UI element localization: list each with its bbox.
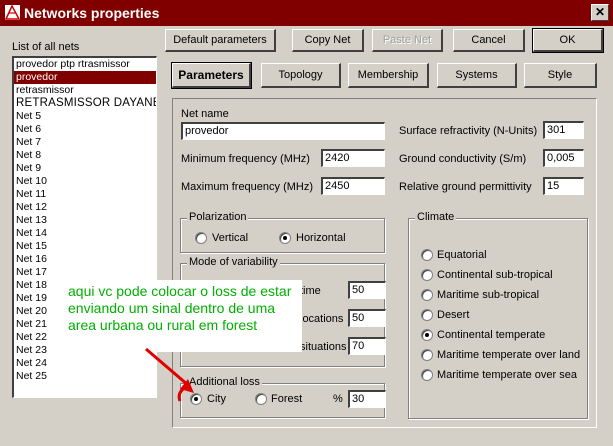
list-item[interactable]: Net 17 [14,266,156,279]
horizontal-label: Horizontal [296,232,346,244]
default-parameters-button[interactable]: Default parameters [165,29,276,52]
list-item[interactable]: retrasmissor [14,84,156,97]
surface-refractivity-label: Surface refractivity (N-Units) [399,125,538,137]
polarization-title: Polarization [187,211,249,223]
locations-label: locations [300,313,344,325]
list-item[interactable]: RETRASMISSOR DAYANE [14,97,156,110]
list-item[interactable]: Net 13 [14,214,156,227]
relative-permittivity-label: Relative ground permittivity [399,181,532,193]
max-frequency-input[interactable]: 2450 [321,177,385,195]
list-item[interactable]: Net 7 [14,136,156,149]
list-item[interactable]: Net 12 [14,201,156,214]
time-input[interactable]: 50 [348,281,386,299]
net-name-label: Net name [181,108,229,120]
surface-refractivity-input[interactable]: 301 [543,121,584,139]
list-item[interactable]: Net 14 [14,227,156,240]
tab-style[interactable]: Style [524,63,597,88]
variability-title: Mode of variability [187,256,280,268]
ok-button[interactable]: OK [532,28,604,53]
climate-radio[interactable] [421,249,433,261]
climate-option-label: Equatorial [437,249,487,261]
time-label: time [300,285,321,297]
list-item[interactable]: Net 25 [14,370,156,383]
locations-input[interactable]: 50 [348,309,386,327]
list-item[interactable]: provedor [14,71,156,84]
max-frequency-label: Maximum frequency (MHz) [181,181,314,193]
vertical-label: Vertical [212,232,249,244]
tab-topology[interactable]: Topology [261,63,341,88]
min-frequency-input[interactable]: 2420 [321,149,385,167]
forest-label: Forest [271,393,303,405]
climate-group: Climate [408,211,588,419]
climate-option-label: Maritime sub-tropical [437,289,540,301]
app-icon [4,4,21,21]
tab-membership[interactable]: Membership [348,63,429,88]
list-item[interactable]: Net 8 [14,149,156,162]
relative-permittivity-input[interactable]: 15 [543,177,584,195]
climate-radio[interactable] [421,369,433,381]
additional-loss-input[interactable]: 30 [348,390,386,408]
climate-radio[interactable] [421,289,433,301]
climate-radio[interactable] [421,349,433,361]
situations-label: situations [300,341,347,353]
title-bar: Networks properties ✕ [0,0,613,26]
horizontal-radio[interactable] [279,232,291,244]
net-name-input[interactable]: provedor [181,122,385,140]
list-item[interactable]: Net 16 [14,253,156,266]
window-title: Networks properties [24,5,160,21]
climate-option-label: Maritime temperate over sea [437,369,577,381]
copy-net-button[interactable]: Copy Net [292,29,364,52]
climate-option-label: Maritime temperate over land [437,349,581,361]
situations-input[interactable]: 70 [348,337,386,355]
climate-option-label: Continental temperate [437,329,546,341]
close-icon: ✕ [594,5,606,19]
min-frequency-label: Minimum frequency (MHz) [181,153,310,165]
ground-conductivity-label: Ground conductivity (S/m) [399,153,527,165]
tab-systems[interactable]: Systems [437,63,517,88]
paste-net-button[interactable]: Paste Net [372,29,443,52]
nets-list-label: List of all nets [12,41,80,53]
list-item[interactable]: Net 15 [14,240,156,253]
list-item[interactable]: Net 11 [14,188,156,201]
climate-option-label: Desert [437,309,470,321]
vertical-radio[interactable] [195,232,207,244]
annotation-note: aqui vc pode colocar o loss de estar env… [62,280,302,352]
close-button[interactable]: ✕ [591,4,609,21]
climate-radio[interactable] [421,329,433,341]
list-item[interactable]: Net 6 [14,123,156,136]
cancel-button[interactable]: Cancel [453,29,525,52]
tab-parameters[interactable]: Parameters [171,62,252,89]
ground-conductivity-input[interactable]: 0,005 [543,149,584,167]
list-item[interactable]: Net 24 [14,357,156,370]
list-item[interactable]: Net 10 [14,175,156,188]
forest-radio[interactable] [255,393,267,405]
list-item[interactable]: provedor ptp rtrasmissor [14,58,156,71]
percent-label: % [333,393,343,405]
climate-option-label: Continental sub-tropical [437,269,553,281]
list-item[interactable]: Net 5 [14,110,156,123]
annotation-arrow-icon [145,347,194,402]
climate-radio[interactable] [421,269,433,281]
climate-title: Climate [415,211,457,223]
climate-radio[interactable] [421,309,433,321]
list-item[interactable]: Net 9 [14,162,156,175]
